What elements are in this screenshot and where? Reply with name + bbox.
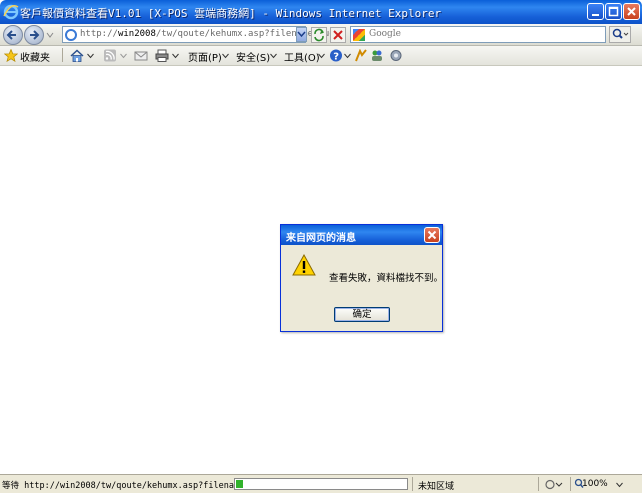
maximize-button[interactable] <box>605 3 622 20</box>
refresh-button[interactable] <box>311 27 327 43</box>
chevron-down-icon[interactable] <box>270 53 277 59</box>
chevron-down-icon[interactable] <box>87 53 94 59</box>
navigation-bar: http://win2008/tw/qoute/kehumx.asp?filen… <box>0 24 642 46</box>
search-placeholder: Google <box>369 29 401 39</box>
search-button[interactable] <box>609 26 631 43</box>
chevron-down-icon[interactable] <box>120 53 127 59</box>
favorites-button[interactable]: 收藏夹 <box>20 49 50 64</box>
chevron-down-icon[interactable] <box>616 482 623 488</box>
home-icon[interactable] <box>70 49 84 62</box>
svg-text:?: ? <box>333 52 339 63</box>
alert-dialog: 来自网页的消息 查看失敗，資料檔找不到。 确定 <box>280 224 443 332</box>
forward-arrow-icon <box>30 30 40 40</box>
separator <box>538 477 539 491</box>
feeds-icon[interactable] <box>103 49 117 62</box>
status-text: 等待 http://win2008/tw/qoute/kehumx.asp?fi… <box>2 481 260 491</box>
dialog-message: 查看失敗，資料檔找不到。 <box>329 273 444 284</box>
print-icon[interactable] <box>155 49 169 62</box>
security-zone-label: 未知区域 <box>418 482 455 492</box>
close-button[interactable] <box>623 3 640 20</box>
progress-fill <box>236 480 243 488</box>
separator <box>412 477 413 491</box>
command-bar: 收藏夹 页面(P) 安全(S) 工具(O) ? <box>0 46 642 66</box>
history-dropdown-icon[interactable] <box>46 31 54 39</box>
help-icon[interactable]: ? <box>329 49 343 62</box>
research-icon[interactable] <box>354 49 368 62</box>
settings-gear-icon[interactable] <box>389 49 403 62</box>
tools-menu[interactable]: 工具(O) <box>284 49 320 64</box>
search-box[interactable]: Google <box>350 26 606 43</box>
chevron-down-icon[interactable] <box>344 53 351 59</box>
minimize-button[interactable] <box>587 3 604 20</box>
back-arrow-icon <box>6 30 16 40</box>
zoom-level[interactable]: 100% <box>582 479 608 489</box>
ok-button[interactable]: 确定 <box>334 307 390 322</box>
stop-button[interactable] <box>330 27 346 43</box>
dialog-title: 来自网页的消息 <box>286 233 356 244</box>
browser-window: 客戶報價資料查看V1.01 [X-POS 雲端商務網] - Windows In… <box>0 0 642 493</box>
ie-logo-icon <box>3 4 19 20</box>
dialog-close-button[interactable] <box>424 227 440 243</box>
page-icon <box>65 29 77 41</box>
window-title: 客戶報價資料查看V1.01 [X-POS 雲端商務網] - Windows In… <box>20 7 442 20</box>
stop-icon <box>333 30 343 40</box>
dialog-title-bar[interactable]: 来自网页的消息 <box>281 225 442 245</box>
warning-icon <box>292 254 316 276</box>
forward-button[interactable] <box>24 25 44 45</box>
separator <box>570 477 571 491</box>
search-icon <box>612 28 629 39</box>
messenger-icon[interactable] <box>370 49 384 62</box>
status-bar: 等待 http://win2008/tw/qoute/kehumx.asp?fi… <box>0 474 642 493</box>
google-icon <box>353 29 365 41</box>
chevron-down-icon[interactable] <box>318 53 325 59</box>
close-icon <box>627 7 636 16</box>
chevron-down-icon[interactable] <box>222 53 229 59</box>
safety-menu[interactable]: 安全(S) <box>236 49 270 64</box>
chevron-down-icon <box>297 31 306 38</box>
favorites-star-icon <box>4 49 18 62</box>
maximize-icon <box>608 6 619 17</box>
minimize-icon <box>592 14 599 16</box>
chevron-down-icon[interactable] <box>172 53 179 59</box>
back-button[interactable] <box>3 25 23 45</box>
mail-icon[interactable] <box>134 49 148 62</box>
close-icon <box>427 230 437 240</box>
refresh-icon <box>314 28 324 42</box>
address-dropdown-button[interactable] <box>296 27 307 42</box>
address-bar[interactable]: http://win2008/tw/qoute/kehumx.asp?filen… <box>62 26 335 43</box>
separator <box>62 48 63 62</box>
protected-mode-icon[interactable] <box>544 478 564 491</box>
progress-bar <box>234 478 408 490</box>
title-bar[interactable]: 客戶報價資料查看V1.01 [X-POS 雲端商務網] - Windows In… <box>0 0 642 24</box>
page-menu[interactable]: 页面(P) <box>188 49 222 64</box>
